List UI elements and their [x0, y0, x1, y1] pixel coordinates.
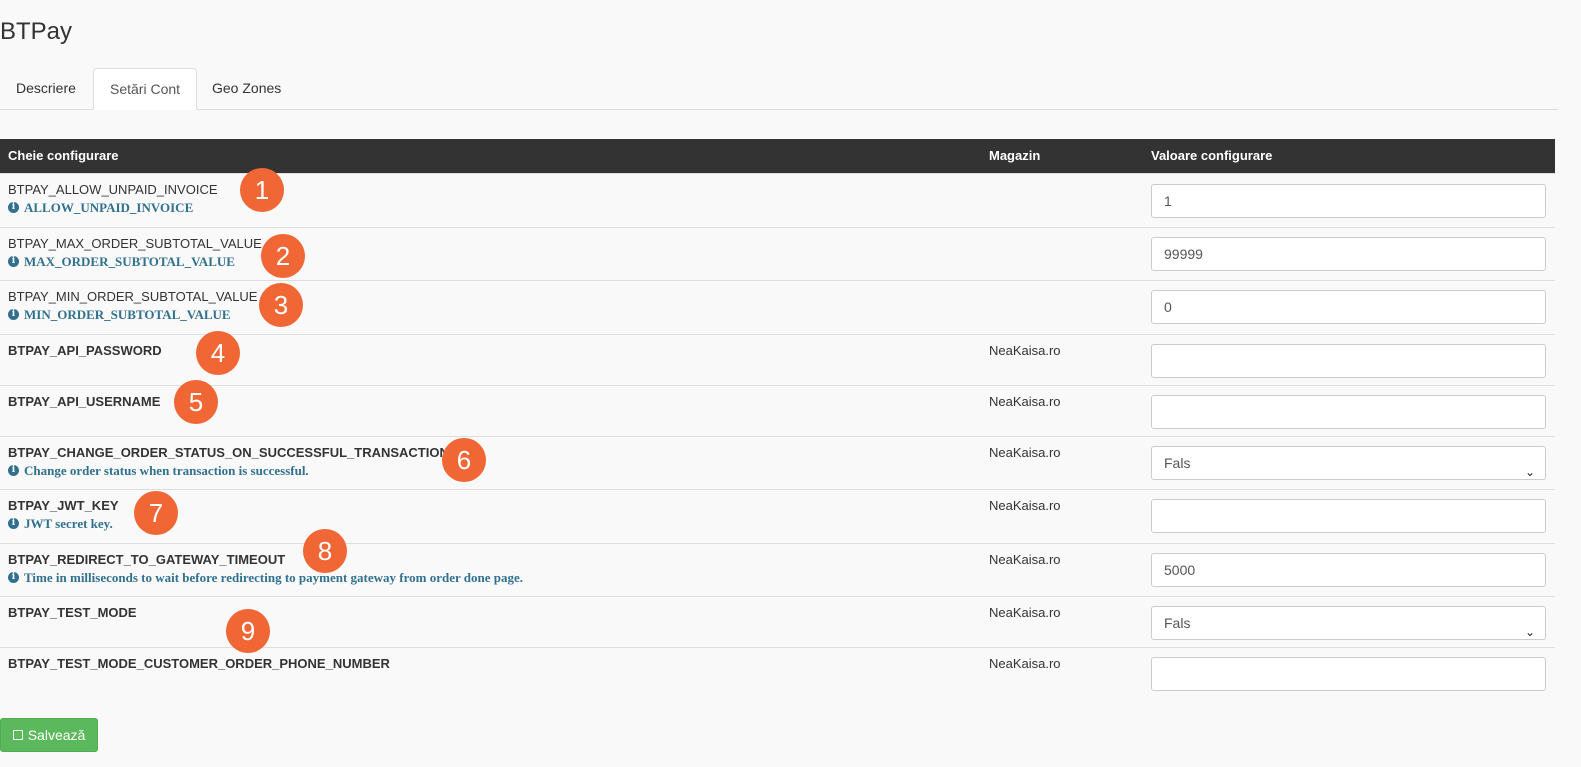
store-name: NeaKaisa.ro [981, 384, 1143, 436]
table-row: BTPAY_MIN_ORDER_SUBTOTAL_VALUE i MIN_ORDE… [0, 279, 1555, 334]
store-name: NeaKaisa.ro [981, 488, 1143, 543]
info-icon: i [8, 202, 19, 213]
table-row: BTPAY_REDIRECT_TO_GATEWAY_TIMEOUT i Time … [0, 542, 1555, 596]
test-mode-select[interactable]: Fals ⌄ [1151, 605, 1546, 640]
store-name: NeaKaisa.ro [981, 595, 1143, 647]
store-name: NeaKaisa.ro [981, 333, 1143, 385]
annotation-marker: 9 [226, 609, 270, 653]
config-description: i ALLOW_UNPAID_INVOICE [8, 200, 973, 216]
config-description: i MIN_ORDER_SUBTOTAL_VALUE [8, 307, 973, 323]
annotation-marker: 1 [240, 168, 284, 212]
min-order-subtotal-input[interactable] [1151, 289, 1546, 324]
config-key: BTPAY_REDIRECT_TO_GATEWAY_TIMEOUT [8, 551, 286, 567]
select-value: Fals [1164, 454, 1191, 471]
save-button-label: Salvează [27, 727, 86, 743]
store-name: NeaKaisa.ro [981, 435, 1143, 489]
store-name [981, 226, 1143, 280]
annotation-marker: 8 [303, 529, 347, 573]
allow-unpaid-invoice-input[interactable] [1151, 183, 1546, 218]
max-order-subtotal-input[interactable] [1151, 236, 1546, 271]
header-config-key: Cheie configurare [0, 139, 981, 173]
change-order-status-select[interactable]: Fals ⌄ [1151, 445, 1546, 480]
annotation-marker: 6 [442, 438, 486, 482]
info-icon: i [8, 256, 19, 267]
config-key: BTPAY_API_PASSWORD [8, 342, 162, 358]
config-description: i Change order status when transaction is… [8, 463, 973, 479]
store-name: NeaKaisa.ro [981, 646, 1143, 698]
info-icon: i [8, 572, 19, 583]
chevron-down-icon: ⌄ [1524, 464, 1535, 479]
tab-geo-zones[interactable]: Geo Zones [196, 68, 297, 108]
tab-descriere[interactable]: Descriere [0, 68, 92, 108]
annotation-marker: 4 [196, 331, 240, 375]
save-button[interactable]: Salvează [0, 718, 98, 752]
chevron-down-icon: ⌄ [1524, 624, 1535, 639]
annotation-marker: 2 [261, 234, 305, 278]
annotation-marker: 5 [174, 380, 218, 424]
info-icon: i [8, 518, 19, 529]
floppy-disk-icon [12, 730, 23, 740]
table-row: BTPAY_TEST_MODE_CUSTOMER_ORDER_PHONE_NUM… [0, 646, 1555, 698]
test-phone-number-input[interactable] [1151, 656, 1546, 691]
tab-setari-cont[interactable]: Setări Cont [93, 68, 198, 110]
config-key: BTPAY_API_USERNAME [8, 393, 161, 409]
table-row: BTPAY_CHANGE_ORDER_STATUS_ON_SUCCESSFUL_… [0, 435, 1555, 489]
table-row: BTPAY_ALLOW_UNPAID_INVOICE i ALLOW_UNPAID… [0, 172, 1555, 227]
table-row: BTPAY_MAX_ORDER_SUBTOTAL_VALUE i MAX_ORDE… [0, 226, 1555, 280]
store-name [981, 172, 1143, 227]
config-key: BTPAY_TEST_MODE [8, 604, 137, 620]
config-key: BTPAY_MIN_ORDER_SUBTOTAL_VALUE [8, 288, 258, 304]
info-icon: i [8, 465, 19, 476]
table-row: BTPAY_JWT_KEY i JWT secret key. NeaKaisa.… [0, 488, 1555, 543]
config-key: BTPAY_ALLOW_UNPAID_INVOICE [8, 181, 218, 197]
config-key: BTPAY_CHANGE_ORDER_STATUS_ON_SUCCESSFUL_… [8, 444, 449, 460]
config-description: i Time in milliseconds to wait before red… [8, 570, 973, 586]
config-description: i MAX_ORDER_SUBTOTAL_VALUE [8, 254, 973, 270]
tab-bar: Descriere Setări Cont Geo Zones [0, 68, 1558, 110]
header-store: Magazin [981, 139, 1143, 173]
select-value: Fals [1164, 614, 1191, 631]
annotation-marker: 3 [259, 283, 303, 327]
config-key: BTPAY_MAX_ORDER_SUBTOTAL_VALUE [8, 235, 262, 251]
api-password-input[interactable] [1151, 343, 1546, 378]
table-row: BTPAY_API_USERNAME NeaKaisa.ro [0, 384, 1555, 436]
store-name [981, 279, 1143, 334]
config-key: BTPAY_TEST_MODE_CUSTOMER_ORDER_PHONE_NUM… [8, 655, 390, 671]
page-title: BTPay [0, 18, 73, 45]
jwt-key-input[interactable] [1151, 498, 1546, 533]
store-name: NeaKaisa.ro [981, 542, 1143, 596]
api-username-input[interactable] [1151, 394, 1546, 429]
annotation-marker: 7 [134, 491, 178, 535]
redirect-timeout-input[interactable] [1151, 552, 1546, 587]
info-icon: i [8, 309, 19, 320]
header-config-value: Valoare configurare [1143, 139, 1555, 173]
